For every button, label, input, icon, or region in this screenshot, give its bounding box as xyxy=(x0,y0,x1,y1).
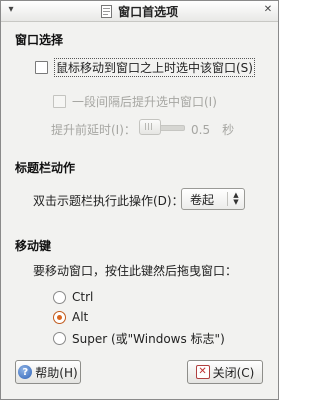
radio-ctrl[interactable] xyxy=(53,290,66,304)
movement-key-option-alt[interactable]: Alt xyxy=(53,310,88,324)
close-icon: ✕ xyxy=(195,365,210,379)
double-click-action-value: 卷起 xyxy=(190,192,215,207)
raise-after-delay-checkbox-box[interactable] xyxy=(53,95,66,108)
focus-follows-mouse-label: 鼠标移动到窗口之上时选中该窗口(S) xyxy=(54,58,255,77)
window-icon xyxy=(100,5,112,18)
double-click-row: 双击示题栏执行此操作(D)： xyxy=(33,192,184,209)
delay-value: 0.5 xyxy=(191,122,211,137)
delay-readout: 0.5 秒 xyxy=(191,121,234,138)
option-alt-label: Alt xyxy=(72,310,89,324)
close-button-label: 关闭(C) xyxy=(212,365,255,380)
option-super-label: Super (或"Windows 标志") xyxy=(72,332,225,346)
help-icon: ? xyxy=(18,365,33,379)
double-click-label: 双击示题栏执行此操作(D)： xyxy=(33,194,184,208)
radio-alt[interactable] xyxy=(53,310,66,324)
delay-label: 提升前延时(I)： xyxy=(51,123,136,137)
double-click-action-select[interactable]: 卷起 ▲ ▼ xyxy=(181,188,245,210)
focus-follows-mouse-checkbox-box[interactable] xyxy=(35,61,48,74)
close-button[interactable]: ✕ 关闭(C) xyxy=(187,360,263,384)
movement-key-option-super[interactable]: Super (或"Windows 标志") xyxy=(53,330,225,347)
delay-row: 提升前延时(I)： xyxy=(51,121,136,138)
raise-after-delay-label: 一段间隔后提升选中窗口(I) xyxy=(72,95,217,109)
delay-slider-handle[interactable] xyxy=(139,119,161,135)
movement-key-heading: 移动键 xyxy=(15,239,52,253)
radio-super[interactable] xyxy=(53,332,66,345)
movement-key-option-ctrl[interactable]: Ctrl xyxy=(53,290,93,304)
window-title: 窗口首选项 xyxy=(1,3,278,20)
raise-after-delay-checkbox[interactable]: 一段间隔后提升选中窗口(I) xyxy=(53,93,217,110)
focus-follows-mouse-checkbox[interactable]: 鼠标移动到窗口之上时选中该窗口(S) xyxy=(35,58,255,77)
movement-key-description-row: 要移动窗口，按住此键然后拖曳窗口： xyxy=(33,262,237,279)
movement-key-description: 要移动窗口，按住此键然后拖曳窗口： xyxy=(33,264,238,278)
window-close-icon[interactable]: ✕ xyxy=(262,4,274,16)
help-button[interactable]: ? 帮助(H) xyxy=(15,360,81,384)
combo-arrows-icon: ▲ ▼ xyxy=(233,191,239,206)
preferences-window: ▾ 窗口首选项 ✕ 窗口选择 鼠标移动到窗口之上时选中该窗口(S) 一段间隔后提… xyxy=(0,0,279,400)
window-selection-heading: 窗口选择 xyxy=(15,33,64,47)
titlebar-action-heading: 标题栏动作 xyxy=(15,161,76,175)
window-title-text: 窗口首选项 xyxy=(118,5,179,19)
help-button-label: 帮助(H) xyxy=(35,365,78,380)
title-bar[interactable]: ▾ 窗口首选项 ✕ xyxy=(1,1,278,22)
delay-unit: 秒 xyxy=(222,123,235,137)
option-ctrl-label: Ctrl xyxy=(72,290,94,304)
